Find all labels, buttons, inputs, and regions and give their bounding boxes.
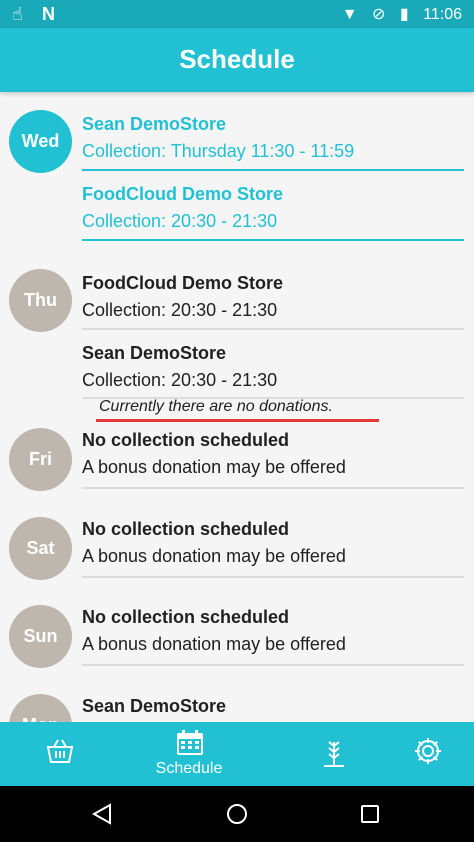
- back-icon[interactable]: [90, 802, 114, 826]
- page-title: Schedule: [179, 44, 295, 74]
- entry-store-name: Sean DemoStore: [82, 114, 227, 134]
- entry-collection-time: Collection: 20:30 - 21:30: [82, 300, 278, 320]
- entry-store-name: No collection scheduled: [82, 430, 290, 450]
- recents-icon[interactable]: [358, 802, 382, 826]
- basket-icon: [46, 739, 74, 763]
- status-left: ☝ N: [12, 4, 69, 25]
- entry-store-name: No collection scheduled: [82, 519, 290, 539]
- day-badge-mon: Mon: [9, 694, 72, 722]
- clock-time: 11:06: [423, 6, 462, 23]
- no-donations-notice: Currently there are no donations.: [99, 398, 333, 415]
- entry-store-name: No collection scheduled: [82, 607, 290, 627]
- notice-underline: [96, 419, 379, 422]
- divider: [82, 169, 464, 171]
- day-badge-fri: Fri: [9, 428, 72, 491]
- schedule-entry[interactable]: No collection scheduled A bonus donation…: [82, 519, 464, 567]
- status-bar: ☝ N ▼ ⊘ ▮ 11:06: [0, 0, 474, 28]
- entry-collection-time: A bonus donation may be offered: [82, 546, 346, 566]
- day-badge-thu: Thu: [9, 269, 72, 332]
- day-badge-sun: Sun: [9, 605, 72, 668]
- entry-collection-time: A bonus donation may be offered: [82, 457, 346, 477]
- divider: [82, 328, 464, 330]
- entry-collection-time: A bonus donation may be offered: [82, 634, 346, 654]
- wheat-icon: [324, 741, 344, 767]
- schedule-entry[interactable]: FoodCloud Demo Store Collection: 20:30 -…: [82, 273, 464, 321]
- schedule-entry[interactable]: No collection scheduled A bonus donation…: [82, 430, 464, 478]
- day-badge-wed: Wed: [9, 110, 72, 173]
- system-nav-bar: [0, 786, 474, 842]
- gear-icon: [415, 738, 441, 764]
- nav-item-schedule[interactable]: Schedule: [130, 722, 248, 786]
- divider: [82, 487, 464, 489]
- app-bar: Schedule: [0, 28, 474, 92]
- status-right: ▼ ⊘ ▮ 11:06: [332, 4, 462, 24]
- entry-collection-time: Collection: Thursday 11:30 - 11:59: [82, 141, 355, 161]
- home-icon[interactable]: [225, 802, 249, 826]
- n-app-icon: N: [41, 4, 55, 24]
- divider: [82, 239, 464, 241]
- battery-icon: ▮: [399, 6, 409, 23]
- nav-label-schedule: Schedule: [155, 760, 223, 777]
- entry-collection-time: Collection: 20:30 - 21:30: [82, 211, 278, 231]
- calendar-icon: [177, 730, 203, 755]
- hand-pointer-icon: ☝: [12, 4, 23, 24]
- schedule-list[interactable]: Wed Sean DemoStore Collection: Thursday …: [0, 92, 474, 722]
- divider: [82, 664, 464, 666]
- entry-store-name: FoodCloud Demo Store: [82, 184, 283, 204]
- entry-store-name: Sean DemoStore: [82, 343, 227, 363]
- entry-store-name: Sean DemoStore: [82, 696, 227, 716]
- schedule-entry[interactable]: Sean DemoStore Collection: 20:30 - 21:30: [82, 343, 464, 391]
- schedule-entry[interactable]: FoodCloud Demo Store Collection: 20:30 -…: [82, 184, 464, 232]
- no-sim-icon: ⊘: [372, 6, 386, 23]
- day-badge-sat: Sat: [9, 517, 72, 580]
- entry-store-name: FoodCloud Demo Store: [82, 273, 283, 293]
- schedule-entry[interactable]: Sean DemoStore Collection: Thursday 11:3…: [82, 114, 464, 162]
- nav-item-basket[interactable]: [0, 722, 118, 786]
- entry-collection-time: Collection: 20:30 - 21:30: [82, 370, 278, 390]
- divider: [82, 576, 464, 578]
- nav-item-settings[interactable]: [368, 722, 474, 786]
- schedule-entry[interactable]: Sean DemoStore: [82, 696, 464, 717]
- schedule-entry[interactable]: No collection scheduled A bonus donation…: [82, 607, 464, 655]
- bottom-nav: Schedule: [0, 722, 474, 786]
- wifi-icon: ▼: [341, 6, 358, 23]
